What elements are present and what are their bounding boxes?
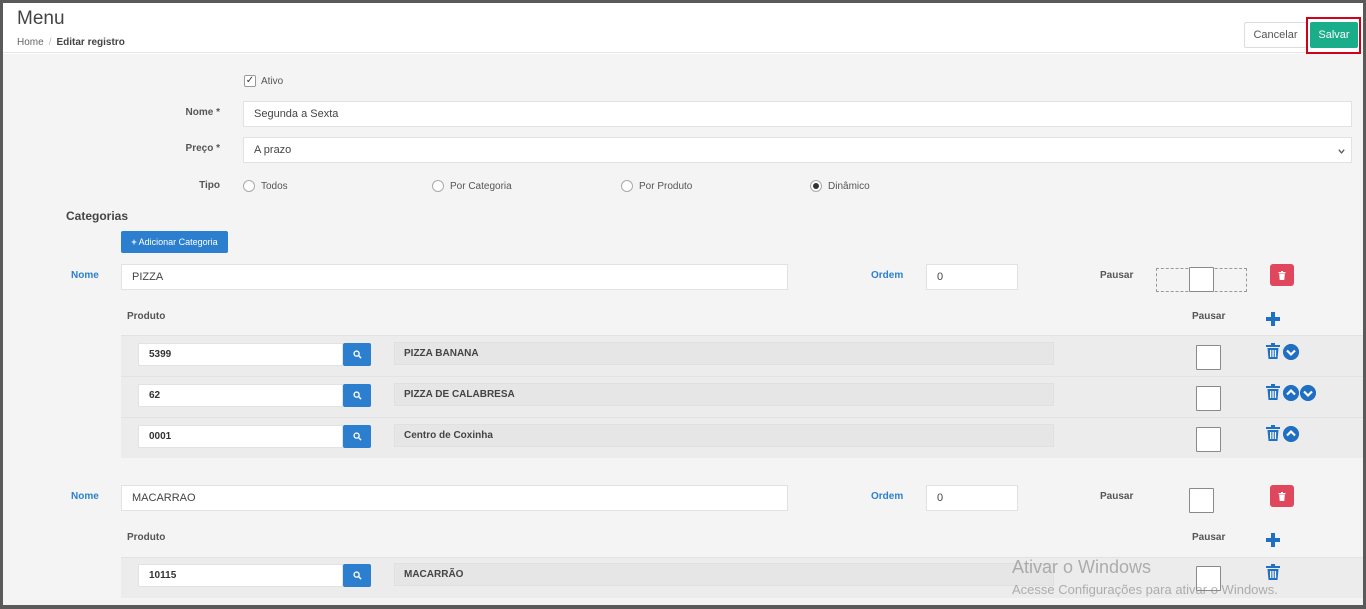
chevron-down-icon xyxy=(1338,149,1345,154)
add-category-button[interactable]: + Adicionar Categoria xyxy=(121,231,228,253)
category-pausar-label: Pausar xyxy=(1100,270,1134,281)
product-search-button[interactable] xyxy=(343,343,371,366)
chevron-down-icon[interactable] xyxy=(1283,344,1299,360)
tipo-radio-por-categoria[interactable] xyxy=(432,180,444,192)
plus-icon: + xyxy=(131,237,137,247)
search-icon xyxy=(352,432,362,441)
category-ordem-input[interactable]: 0 xyxy=(926,485,1018,511)
product-search-button[interactable] xyxy=(343,425,371,448)
product-name-field: PIZZA DE CALABRESA xyxy=(394,383,1054,406)
category-ordem-label: Ordem xyxy=(871,491,904,502)
product-name-field: MACARRÃO xyxy=(394,563,1054,586)
product-code-input[interactable]: 0001 xyxy=(138,425,343,448)
add-product-icon[interactable] xyxy=(1265,532,1281,548)
delete-icon[interactable] xyxy=(1266,564,1280,580)
delete-icon[interactable] xyxy=(1266,343,1280,359)
chevron-up-icon[interactable] xyxy=(1283,426,1299,442)
category-ordem-label: Ordem xyxy=(871,270,904,281)
product-name-field: PIZZA BANANA xyxy=(394,342,1054,365)
main-content: ✓ Ativo Nome * Segunda a Sexta Preço * A… xyxy=(3,54,1363,605)
save-button[interactable]: Salvar xyxy=(1310,22,1358,48)
nome-label: Nome * xyxy=(185,107,220,118)
breadcrumb-home[interactable]: Home xyxy=(17,37,44,48)
tipo-label: Tipo xyxy=(199,180,220,191)
tipo-option-por-categoria: Por Categoria xyxy=(450,181,512,192)
category-nome-input[interactable]: MACARRAO xyxy=(121,485,788,511)
tipo-option-por-produto: Por Produto xyxy=(639,181,693,192)
preco-select-value: A prazo xyxy=(254,144,292,156)
category-pausar-label: Pausar xyxy=(1100,491,1134,502)
produto-header-label: Produto xyxy=(127,532,166,543)
trash-icon xyxy=(1278,270,1286,280)
product-search-button[interactable] xyxy=(343,384,371,407)
category-nome-label: Nome xyxy=(71,270,99,281)
nome-input[interactable]: Segunda a Sexta xyxy=(243,101,1352,127)
tipo-radio-todos[interactable] xyxy=(243,180,255,192)
tipo-option-todos: Todos xyxy=(261,181,288,192)
add-product-icon[interactable] xyxy=(1265,311,1281,327)
preco-select[interactable]: A prazo xyxy=(243,137,1352,163)
tipo-radio-por-produto[interactable] xyxy=(621,180,633,192)
category-nome-input[interactable]: PIZZA xyxy=(121,264,788,290)
add-category-label: Adicionar Categoria xyxy=(138,237,218,247)
ativo-checkbox[interactable]: ✓ xyxy=(244,75,256,87)
product-code-input[interactable]: 62 xyxy=(138,384,343,407)
tipo-radio-dinamico[interactable] xyxy=(810,180,822,192)
windows-activation-subtitle: Acesse Configurações para ativar o Windo… xyxy=(1012,582,1278,597)
search-icon xyxy=(352,571,362,580)
page-title: Menu xyxy=(17,8,65,29)
breadcrumb: Home / Editar registro xyxy=(17,37,125,48)
breadcrumb-separator: / xyxy=(48,37,52,48)
delete-category-button[interactable] xyxy=(1270,485,1294,507)
product-pausar-checkbox[interactable] xyxy=(1196,345,1221,370)
trash-icon xyxy=(1278,491,1286,501)
product-pausar-checkbox[interactable] xyxy=(1196,386,1221,411)
produto-pausar-header: Pausar xyxy=(1192,311,1226,322)
category-ordem-input[interactable]: 0 xyxy=(926,264,1018,290)
search-icon xyxy=(352,391,362,400)
chevron-down-icon[interactable] xyxy=(1300,385,1316,401)
product-code-input[interactable]: 10115 xyxy=(138,564,343,587)
delete-category-button[interactable] xyxy=(1270,264,1294,286)
category-pausar-checkbox[interactable] xyxy=(1189,488,1214,513)
windows-activation-title: Ativar o Windows xyxy=(1012,557,1152,577)
chevron-up-icon[interactable] xyxy=(1283,385,1299,401)
produto-pausar-header: Pausar xyxy=(1192,532,1226,543)
produto-header-label: Produto xyxy=(127,311,166,322)
product-code-input[interactable]: 5399 xyxy=(138,343,343,366)
category-pausar-checkbox[interactable] xyxy=(1189,267,1214,292)
cancel-button[interactable]: Cancelar xyxy=(1244,22,1307,48)
delete-icon[interactable] xyxy=(1266,384,1280,400)
product-name-field: Centro de Coxinha xyxy=(394,424,1054,447)
delete-icon[interactable] xyxy=(1266,425,1280,441)
product-pausar-checkbox[interactable] xyxy=(1196,427,1221,452)
ativo-label: Ativo xyxy=(261,76,284,87)
categorias-title: Categorias xyxy=(66,209,129,223)
search-icon xyxy=(352,350,362,359)
tipo-option-dinamico: Dinâmico xyxy=(828,181,870,192)
category-nome-label: Nome xyxy=(71,491,99,502)
preco-label: Preço * xyxy=(185,143,220,154)
breadcrumb-current: Editar registro xyxy=(56,37,125,48)
product-search-button[interactable] xyxy=(343,564,371,587)
page-header: Menu Home / Editar registro xyxy=(3,3,1363,53)
